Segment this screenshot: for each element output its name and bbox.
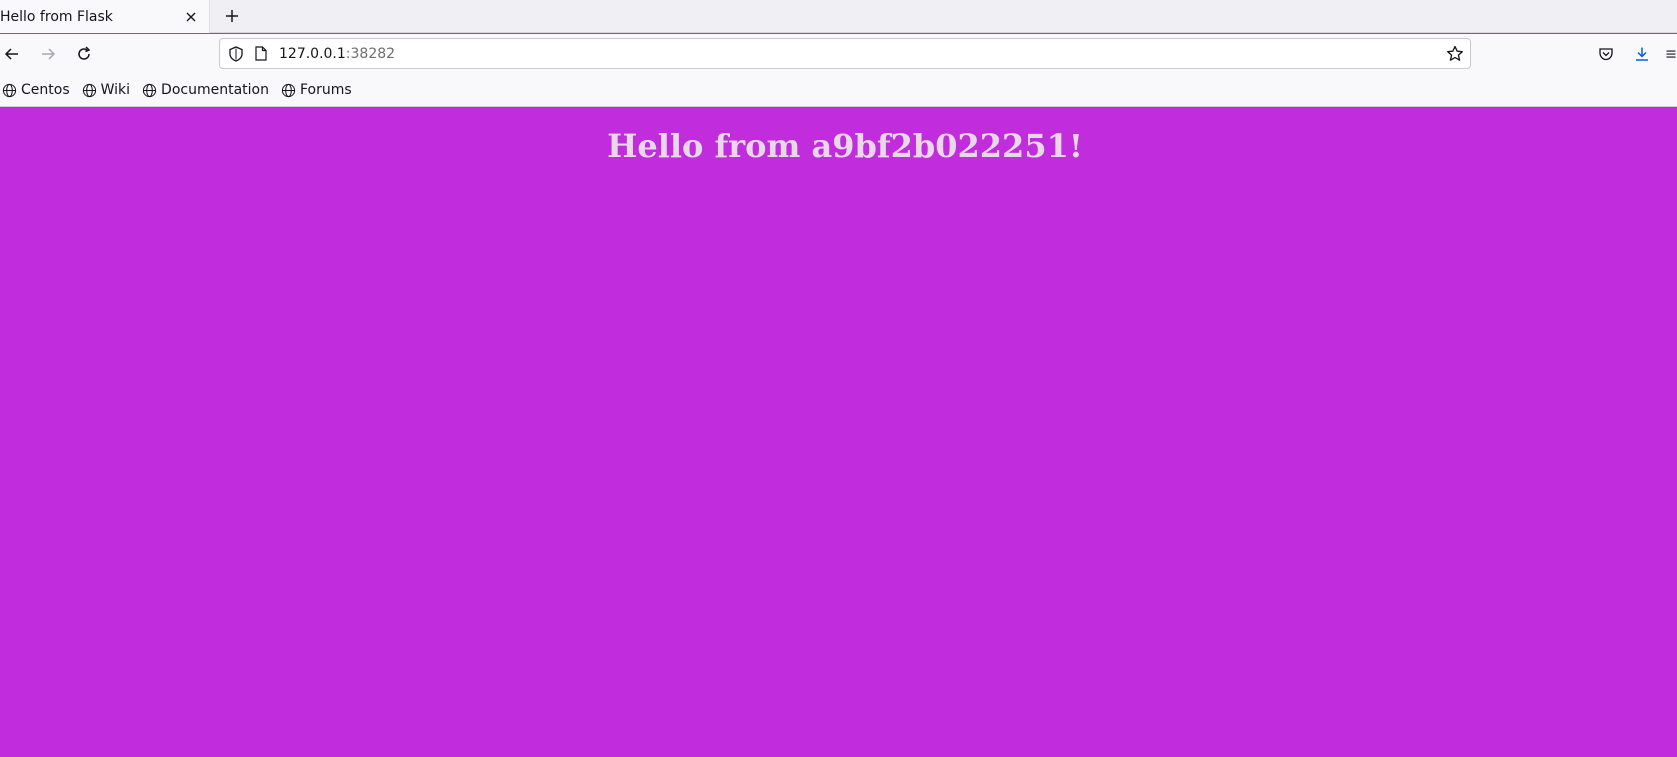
nav-toolbar: 127.0.0.1 :38282 xyxy=(0,34,1677,74)
bookmarks-toolbar: Centos Wiki Documentation Forums xyxy=(0,74,1677,107)
url-host: 127.0.0.1 xyxy=(279,45,346,62)
tab-strip: Hello from Flask xyxy=(0,0,1677,33)
page-heading: Hello from a9bf2b022251! xyxy=(607,127,1083,165)
bookmark-documentation[interactable]: Documentation xyxy=(140,78,271,102)
back-icon[interactable] xyxy=(0,42,24,66)
page-content: Hello from a9bf2b022251! xyxy=(0,107,1677,757)
globe-icon xyxy=(281,83,296,97)
pocket-icon[interactable] xyxy=(1594,42,1618,66)
bookmark-wiki[interactable]: Wiki xyxy=(80,78,132,102)
download-icon[interactable] xyxy=(1630,42,1654,66)
url-port: :38282 xyxy=(345,45,396,62)
reload-icon[interactable] xyxy=(72,42,96,66)
globe-icon xyxy=(142,83,157,97)
menu-icon[interactable] xyxy=(1665,42,1677,66)
bookmark-forums[interactable]: Forums xyxy=(279,78,354,102)
globe-icon xyxy=(2,83,17,97)
bookmark-label: Centos xyxy=(21,82,70,98)
bookmark-label: Wiki xyxy=(100,82,131,98)
forward-icon[interactable] xyxy=(36,42,60,66)
page-icon xyxy=(255,46,267,61)
url-text[interactable]: 127.0.0.1 :38282 xyxy=(279,46,395,62)
bookmark-label: Documentation xyxy=(161,82,269,98)
tab-title: Hello from Flask xyxy=(0,8,113,25)
close-icon[interactable] xyxy=(179,5,203,29)
globe-icon xyxy=(82,83,96,97)
plus-icon[interactable] xyxy=(220,4,244,28)
shield-icon[interactable] xyxy=(229,45,243,62)
url-bar[interactable]: 127.0.0.1 :38282 xyxy=(219,38,1471,69)
bookmark-label: Forums xyxy=(299,82,352,98)
tab-active[interactable]: Hello from Flask xyxy=(0,0,210,33)
bookmark-centos[interactable]: Centos xyxy=(0,78,72,102)
star-icon[interactable] xyxy=(1446,45,1464,63)
